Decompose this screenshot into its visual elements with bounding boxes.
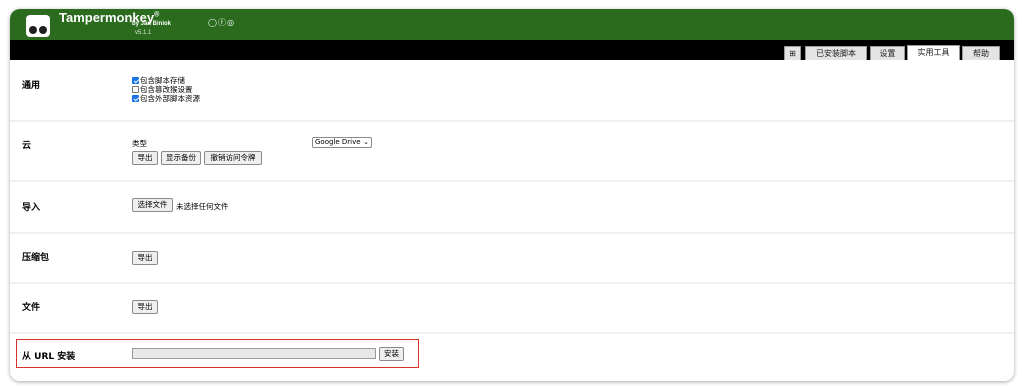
section-title: 通用 (22, 81, 41, 91)
author-byline: by Jan Biniok (132, 21, 172, 27)
app-header: Tampermonkey® by Jan Biniok ◯ⓕ◎ v5.1.1 (10, 9, 1014, 40)
option-include-external-resources[interactable]: 包含外部脚本资源 (132, 94, 200, 103)
section-title: 压缩包 (22, 253, 50, 263)
checkbox[interactable] (132, 95, 139, 102)
dashboard-icon: ⊞ (789, 49, 796, 58)
tab-help[interactable]: 帮助 (962, 46, 1000, 60)
tab-installed-scripts[interactable]: 已安装脚本 (805, 46, 867, 60)
social-icons[interactable]: ◯ⓕ◎ (208, 17, 235, 28)
cloud-type-select[interactable]: Google Drive ⌄ (312, 137, 372, 148)
section-url-install: 从 URL 安装 安装 (10, 334, 1014, 381)
chevron-down-icon: ⌄ (363, 138, 369, 146)
section-file: 文件 导出 (10, 284, 1014, 332)
option-label: 包含脚本存储 (140, 76, 185, 85)
section-title: 云 (22, 141, 32, 151)
cloud-type-label: 类型 (132, 139, 147, 148)
tab-settings[interactable]: 设置 (870, 46, 905, 60)
tab-utilities[interactable]: 实用工具 (907, 45, 960, 60)
option-label: 包含外部脚本资源 (140, 94, 200, 103)
logo-eye-right (39, 26, 47, 34)
section-cloud: 云 类型 Google Drive ⌄ 导出 显示备份 撤销访问令牌 (10, 122, 1014, 180)
section-title: 导入 (22, 203, 41, 213)
tab-dashboard[interactable]: ⊞ (784, 46, 801, 60)
section-title: 从 URL 安装 (22, 352, 76, 362)
tampermonkey-logo-icon (26, 15, 50, 37)
file-export-button[interactable]: 导出 (132, 300, 158, 314)
cloud-export-button[interactable]: 导出 (132, 151, 158, 165)
utilities-content: 通用 包含脚本存储 包含篡改猴设置 包含外部脚本资源 云 类型 Google D… (10, 60, 1014, 381)
section-zip: 压缩包 导出 (10, 234, 1014, 282)
checkbox[interactable] (132, 86, 139, 93)
option-include-tampermonkey-settings[interactable]: 包含篡改猴设置 (132, 85, 193, 94)
option-include-script-storage[interactable]: 包含脚本存储 (132, 76, 185, 85)
file-status: 未选择任何文件 (176, 202, 229, 211)
logo-eye-left (29, 26, 37, 34)
section-general: 通用 包含脚本存储 包含篡改猴设置 包含外部脚本资源 (10, 60, 1014, 120)
registered-mark: ® (154, 11, 160, 19)
section-title: 文件 (22, 303, 41, 313)
tampermonkey-window: Tampermonkey® by Jan Biniok ◯ⓕ◎ v5.1.1 ⊞… (10, 9, 1014, 381)
checkbox[interactable] (132, 77, 139, 84)
revoke-token-button[interactable]: 撤销访问令牌 (204, 151, 262, 165)
version-label: v5.1.1 (135, 30, 152, 36)
option-label: 包含篡改猴设置 (140, 85, 193, 94)
zip-export-button[interactable]: 导出 (132, 251, 158, 265)
url-input[interactable] (132, 348, 376, 359)
section-import: 导入 选择文件 未选择任何文件 (10, 182, 1014, 232)
choose-file-button[interactable]: 选择文件 (132, 198, 173, 212)
select-value: Google Drive (315, 138, 361, 146)
show-backups-button[interactable]: 显示备份 (161, 151, 201, 165)
install-button[interactable]: 安装 (379, 347, 404, 361)
